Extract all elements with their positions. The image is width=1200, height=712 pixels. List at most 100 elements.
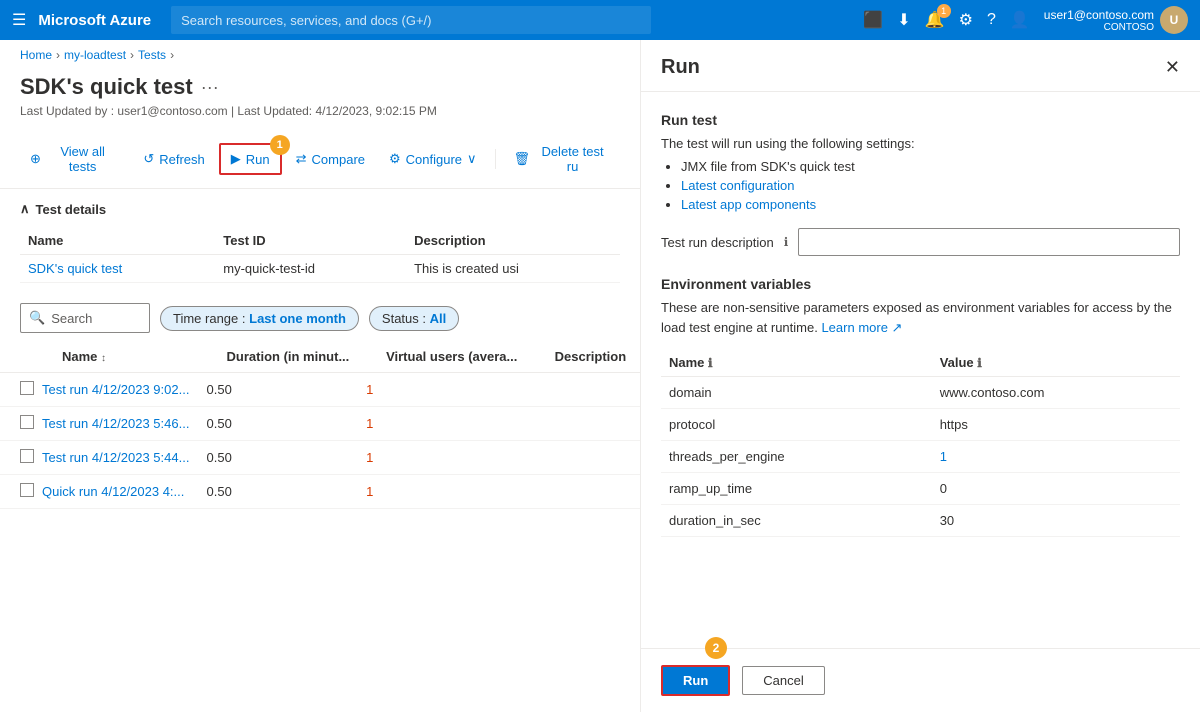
hamburger-menu[interactable]: ☰	[12, 10, 26, 30]
test-details-chevron-icon: ∧	[20, 201, 30, 217]
close-panel-button[interactable]: ✕	[1165, 57, 1180, 78]
test-run-description-input[interactable]	[798, 228, 1180, 256]
help-icon[interactable]: ?	[987, 11, 996, 29]
search-input-wrapper: 🔍 Search	[20, 303, 150, 333]
user-info[interactable]: user1@contoso.com CONTOSO U	[1044, 6, 1188, 34]
test-name-cell[interactable]: SDK's quick test	[20, 255, 215, 283]
delete-icon: 🗑	[514, 151, 531, 167]
details-col-desc: Description	[406, 227, 620, 255]
run-name-4[interactable]: Quick run 4/12/2023 4:...	[42, 475, 207, 509]
test-run-description-row: Test run description ℹ	[661, 228, 1180, 256]
time-range-filter[interactable]: Time range : Last one month	[160, 306, 359, 331]
details-col-testid: Test ID	[215, 227, 406, 255]
env-row-duration: duration_in_sec 30	[661, 505, 1180, 537]
test-details-header[interactable]: ∧ Test details	[20, 201, 620, 217]
configure-icon: ⚙	[389, 151, 401, 167]
row-checkbox-4[interactable]	[20, 483, 34, 497]
step-1-badge: 1	[270, 135, 290, 155]
test-run-description-label: Test run description	[661, 235, 774, 250]
page-meta: Last Updated by : user1@contoso.com | La…	[20, 104, 620, 118]
breadcrumb-loadtest[interactable]: my-loadtest	[64, 48, 126, 62]
notification-badge: 1	[937, 4, 951, 18]
run-desc-1	[535, 373, 640, 407]
status-label: Status :	[382, 311, 426, 326]
env-value-threads[interactable]: 1	[932, 441, 1180, 473]
panel-body: Run test The test will run using the fol…	[641, 92, 1200, 648]
breadcrumb-tests[interactable]: Tests	[138, 48, 166, 62]
latest-app-link[interactable]: Latest app components	[681, 197, 816, 212]
col-virtual-users: Virtual users (avera...	[366, 341, 535, 373]
feedback-icon[interactable]: ⬇	[897, 10, 910, 30]
run-users-1: 1	[366, 373, 535, 407]
refresh-label: Refresh	[159, 152, 205, 167]
env-value-info-icon[interactable]: ℹ	[977, 356, 982, 370]
delete-label: Delete test ru	[535, 144, 610, 174]
search-placeholder-text[interactable]: Search	[51, 311, 92, 326]
table-row: SDK's quick test my-quick-test-id This i…	[20, 255, 620, 283]
description-info-icon[interactable]: ℹ	[784, 235, 789, 249]
compare-icon: ⇄	[296, 151, 307, 167]
run-panel: Run ✕ Run test The test will run using t…	[640, 40, 1200, 712]
refresh-button[interactable]: ↺ Refresh	[133, 145, 214, 173]
user-org: CONTOSO	[1044, 22, 1154, 33]
test-desc-cell: This is created usi	[406, 255, 620, 283]
env-name-ramp: ramp_up_time	[661, 473, 932, 505]
col-description: Description	[535, 341, 640, 373]
row-checkbox-3[interactable]	[20, 449, 34, 463]
env-table: Name ℹ Value ℹ domain www.contoso.com	[661, 349, 1180, 537]
run-duration-4: 0.50	[207, 475, 367, 509]
avatar[interactable]: U	[1160, 6, 1188, 34]
learn-more-link[interactable]: Learn more ↗	[821, 320, 902, 335]
run-button-wrapper: ▶ Run 1	[219, 143, 282, 175]
panel-footer: 2 Run Cancel	[641, 648, 1200, 712]
latest-config-link[interactable]: Latest configuration	[681, 178, 794, 193]
page-header: SDK's quick test ··· Last Updated by : u…	[0, 70, 640, 130]
notification-icon[interactable]: 🔔 1	[925, 10, 945, 30]
breadcrumb-sep-1: ›	[56, 48, 60, 62]
panel-title: Run	[661, 56, 700, 79]
cloud-shell-icon[interactable]: ⬛	[863, 10, 883, 30]
run-name-3[interactable]: Test run 4/12/2023 5:44...	[42, 441, 207, 475]
runs-table: Name ↕ Duration (in minut... Virtual use…	[0, 341, 640, 509]
compare-button[interactable]: ⇄ Compare	[286, 145, 375, 173]
refresh-icon: ↺	[143, 151, 154, 167]
test-details-title: Test details	[36, 202, 107, 217]
filter-bar: 🔍 Search Time range : Last one month Sta…	[0, 295, 640, 341]
env-variables-desc: These are non-sensitive parameters expos…	[661, 298, 1180, 337]
env-name-info-icon[interactable]: ℹ	[708, 356, 713, 370]
table-row: Test run 4/12/2023 5:46... 0.50 1	[0, 407, 640, 441]
configure-label: Configure	[406, 152, 462, 167]
env-value-ramp: 0	[932, 473, 1180, 505]
azure-logo: Microsoft Azure	[38, 12, 151, 29]
toolbar: ⊕ View all tests ↺ Refresh ▶ Run 1 ⇄ Com…	[0, 130, 640, 189]
view-all-tests-button[interactable]: ⊕ View all tests	[20, 138, 129, 180]
global-search-input[interactable]	[171, 6, 651, 34]
env-row-protocol: protocol https	[661, 409, 1180, 441]
env-value-domain: www.contoso.com	[932, 377, 1180, 409]
run-name-1[interactable]: Test run 4/12/2023 9:02...	[42, 373, 207, 407]
time-range-value: Last one month	[249, 311, 346, 326]
run-desc-2	[535, 407, 640, 441]
settings-icon[interactable]: ⚙	[959, 10, 973, 30]
table-row: Test run 4/12/2023 5:44... 0.50 1	[0, 441, 640, 475]
panel-cancel-button[interactable]: Cancel	[742, 666, 824, 695]
panel-header: Run ✕	[641, 40, 1200, 92]
breadcrumb-home[interactable]: Home	[20, 48, 52, 62]
row-checkbox-1[interactable]	[20, 381, 34, 395]
more-options-button[interactable]: ···	[201, 77, 219, 98]
page-title: SDK's quick test	[20, 74, 193, 100]
status-filter[interactable]: Status : All	[369, 306, 459, 331]
breadcrumb-sep-3: ›	[170, 48, 174, 62]
view-all-tests-label: View all tests	[46, 144, 119, 174]
row-checkbox-2[interactable]	[20, 415, 34, 429]
col-name[interactable]: Name ↕	[42, 341, 207, 373]
breadcrumb-sep-2: ›	[130, 48, 134, 62]
run-users-2: 1	[366, 407, 535, 441]
breadcrumb: Home › my-loadtest › Tests ›	[0, 40, 640, 70]
user-feedback-icon[interactable]: 👤	[1010, 10, 1030, 30]
configure-button[interactable]: ⚙ Configure ∨	[379, 145, 487, 173]
run-info-list: JMX file from SDK's quick test Latest co…	[661, 159, 1180, 212]
delete-button[interactable]: 🗑 Delete test ru	[504, 138, 620, 180]
panel-run-button[interactable]: Run	[661, 665, 730, 696]
run-name-2[interactable]: Test run 4/12/2023 5:46...	[42, 407, 207, 441]
